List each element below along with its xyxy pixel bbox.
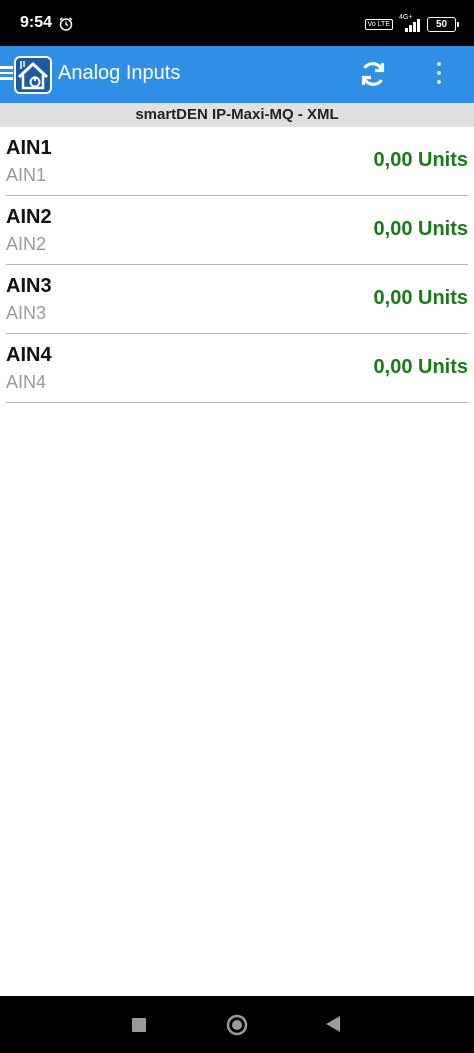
input-name: AIN1 (6, 137, 52, 159)
input-value: 0,00 Units (373, 149, 468, 171)
back-icon[interactable] (326, 1016, 340, 1032)
status-time: 9:54 (20, 14, 53, 31)
input-label: AIN2 (6, 234, 47, 254)
device-header: smartDEN IP-Maxi-MQ - XML (0, 103, 474, 127)
input-name: AIN3 (6, 275, 52, 297)
list-item[interactable]: AIN1 AIN1 0,00 Units (6, 127, 468, 196)
app-bar: Analog Inputs (0, 46, 474, 103)
input-name: AIN4 (6, 344, 52, 366)
page-title: Analog Inputs (58, 62, 181, 84)
list-item[interactable]: AIN4 AIN4 0,00 Units (6, 334, 468, 403)
input-name: AIN2 (6, 206, 52, 228)
alarm-icon (59, 17, 73, 31)
analog-input-list: AIN1 AIN1 0,00 Units AIN2 AIN2 0,00 Unit… (6, 127, 468, 403)
status-bar: 9:54 Vo LTE 4G+ 50 (0, 0, 474, 46)
input-label: AIN4 (6, 372, 47, 392)
app-logo-icon[interactable] (13, 55, 53, 95)
list-item[interactable]: AIN3 AIN3 0,00 Units (6, 265, 468, 334)
system-nav-bar (0, 996, 474, 1053)
input-value: 0,00 Units (373, 356, 468, 378)
signal-icon: 4G+ (399, 14, 421, 32)
input-value: 0,00 Units (373, 287, 468, 309)
list-item[interactable]: AIN2 AIN2 0,00 Units (6, 196, 468, 265)
refresh-icon[interactable] (357, 58, 389, 90)
home-icon[interactable] (226, 1014, 248, 1036)
recents-icon[interactable] (132, 1018, 146, 1032)
input-label: AIN1 (6, 165, 47, 185)
menu-icon[interactable] (0, 66, 13, 80)
input-label: AIN3 (6, 303, 47, 323)
status-icons: Vo LTE 4G+ 50 (364, 14, 459, 32)
battery-icon: 50 (427, 16, 459, 32)
more-vert-icon[interactable] (432, 62, 446, 88)
volte-icon: Vo LTE (364, 18, 393, 30)
input-value: 0,00 Units (373, 218, 468, 240)
